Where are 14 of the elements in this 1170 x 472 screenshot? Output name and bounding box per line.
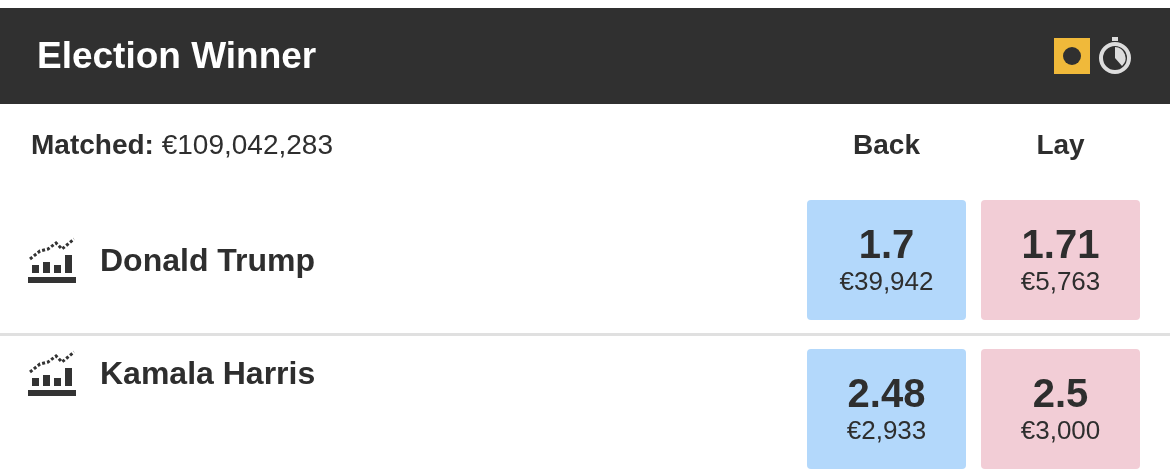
back-odds-button[interactable]: 1.7 €39,942 (807, 199, 966, 320)
chart-icon[interactable] (28, 350, 76, 396)
matched-amount: Matched: €109,042,283 (31, 128, 334, 162)
column-header: Back (852, 128, 921, 162)
chart-icon[interactable] (28, 236, 76, 283)
runner-name: Kamala Harris (100, 354, 316, 393)
column-header: Lay (1035, 128, 1086, 162)
lay-odds-button[interactable]: 2.5 €3,000 (981, 349, 1140, 469)
live-icon[interactable] (1054, 38, 1090, 74)
lay-odds-button[interactable]: 1.71 €5,763 (981, 199, 1140, 320)
timer-icon[interactable] (1098, 37, 1132, 75)
runner-name: Donald Trump (100, 240, 316, 280)
back-odds-button[interactable]: 2.48 €2,933 (807, 349, 966, 469)
market-title: Election Winner (37, 34, 317, 79)
